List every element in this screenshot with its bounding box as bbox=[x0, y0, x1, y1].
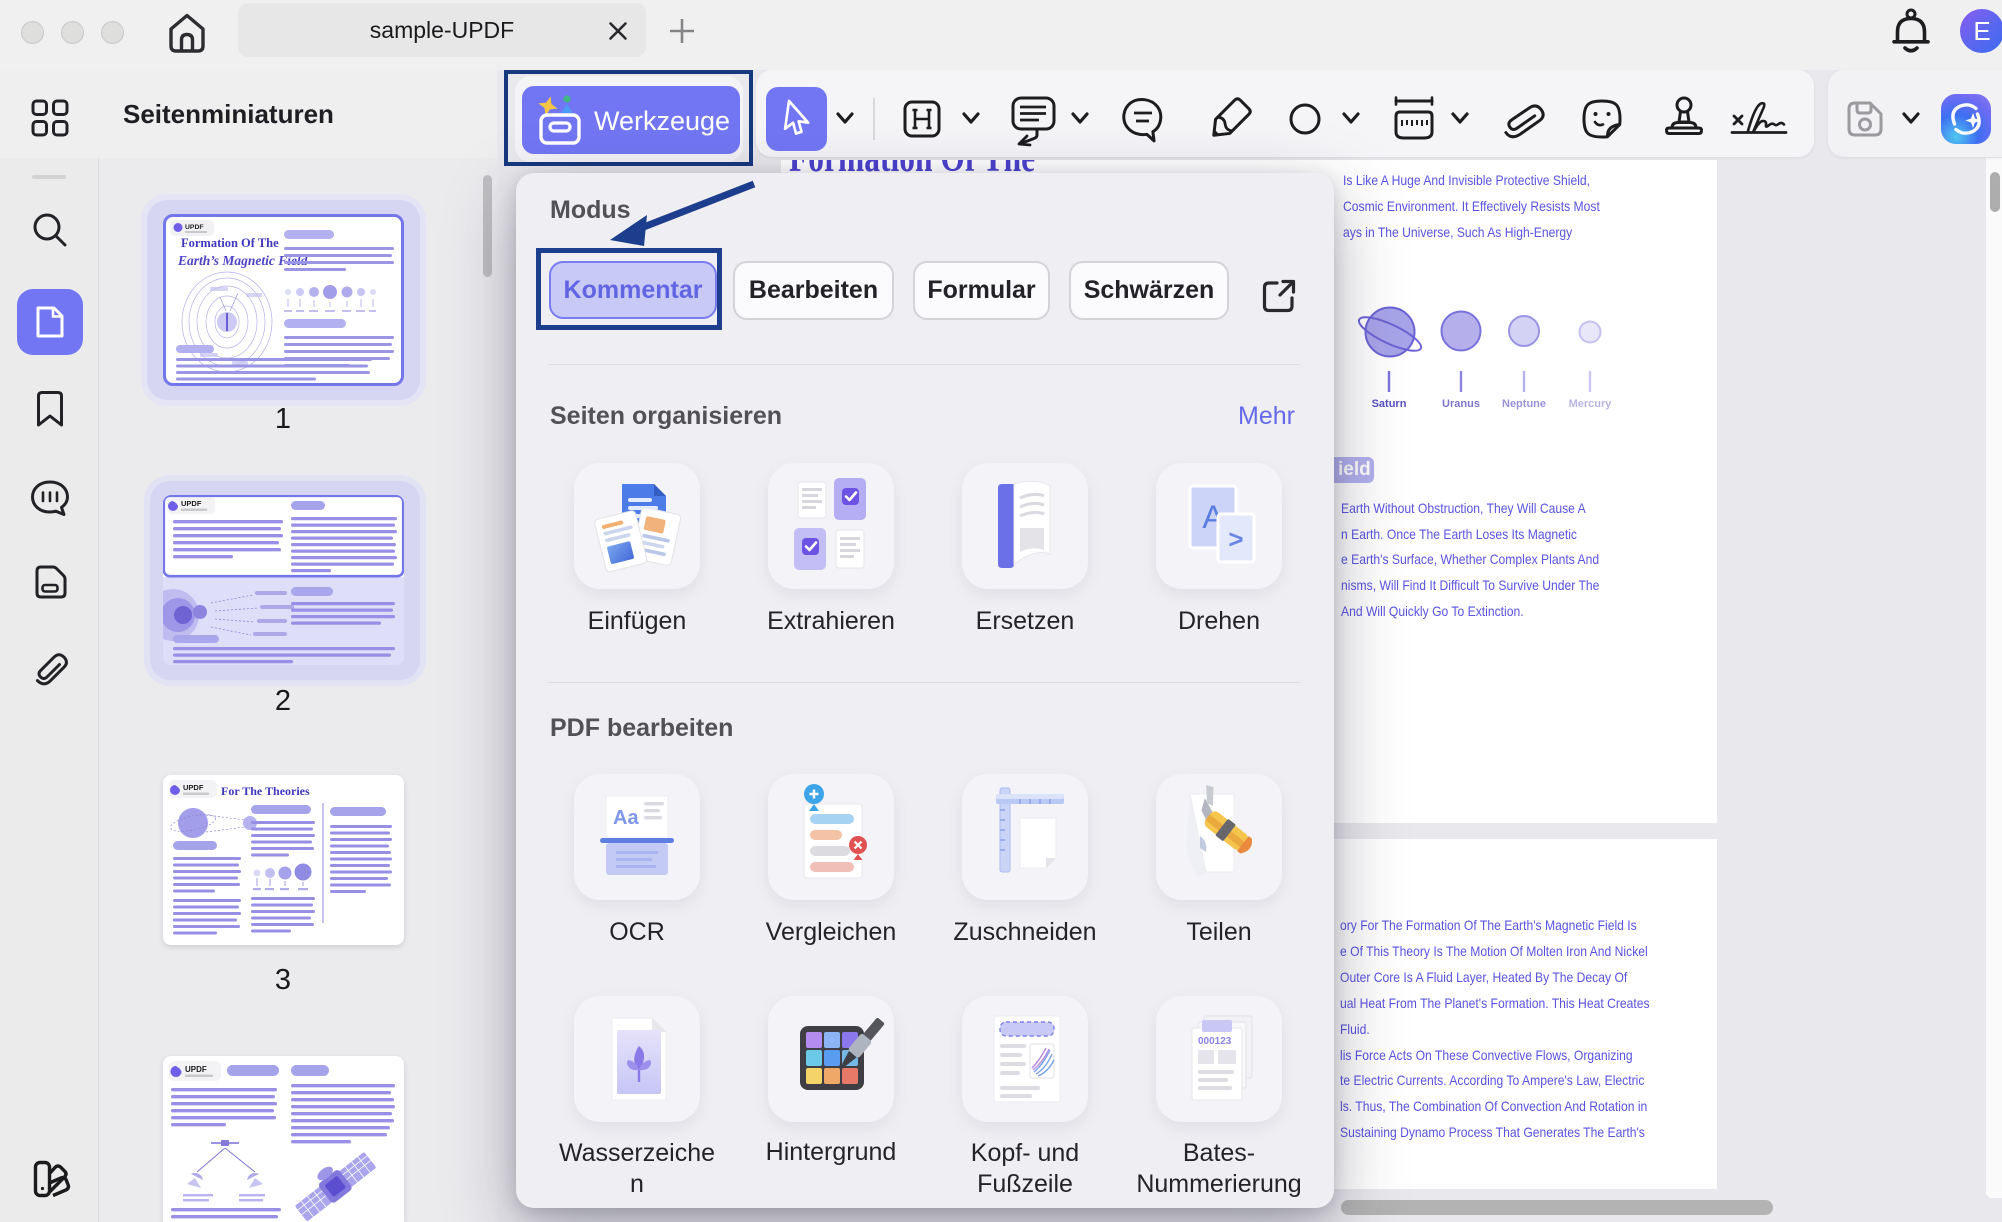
svg-text:UPDF: UPDF bbox=[185, 1065, 207, 1074]
svg-text:Mercury: Mercury bbox=[1569, 398, 1613, 410]
svg-text:UPDF: UPDF bbox=[183, 783, 204, 792]
svg-text:UPDF: UPDF bbox=[181, 499, 202, 508]
svg-text:Formation Of The: Formation Of The bbox=[181, 236, 279, 250]
svg-text:000123: 000123 bbox=[1198, 1036, 1232, 1047]
svg-text:Uranus: Uranus bbox=[1442, 398, 1480, 410]
svg-text:Saturn: Saturn bbox=[1372, 398, 1407, 410]
svg-text:>: > bbox=[1228, 524, 1243, 554]
svg-text:UPDF: UPDF bbox=[185, 224, 204, 231]
svg-text:For The Theories: For The Theories bbox=[221, 784, 310, 798]
svg-text:Neptune: Neptune bbox=[1502, 398, 1546, 410]
svg-text:Aa: Aa bbox=[613, 807, 639, 829]
